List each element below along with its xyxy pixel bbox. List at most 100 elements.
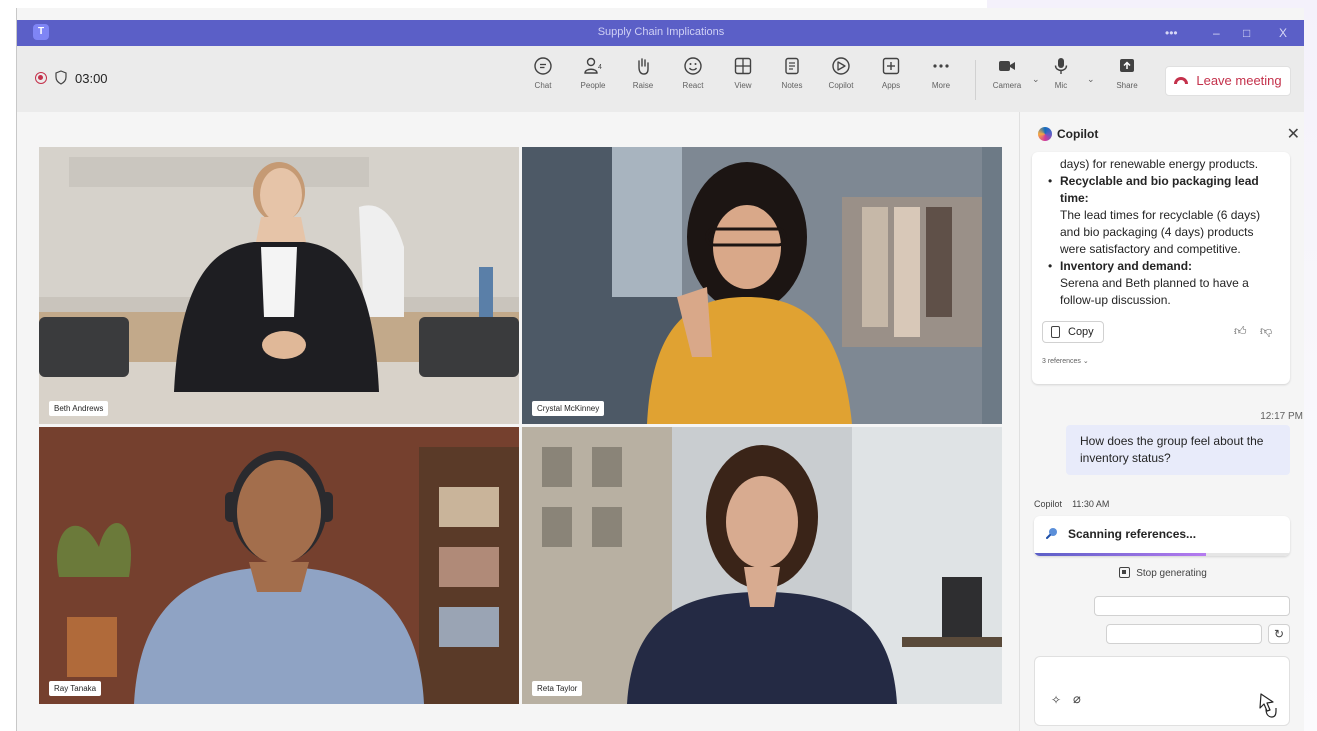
page: T Supply Chain Implications ••• – □ X 03… bbox=[0, 0, 1317, 731]
apps-button[interactable]: Apps bbox=[868, 56, 914, 90]
message-compose-box[interactable]: ✧ ⌀ bbox=[1034, 656, 1290, 726]
stop-icon bbox=[1119, 567, 1131, 578]
copilot-header: Copilot ✕ bbox=[1020, 112, 1304, 152]
camera-button[interactable]: Camera bbox=[984, 56, 1030, 90]
participant-video bbox=[39, 147, 519, 424]
share-button[interactable]: Share bbox=[1104, 56, 1150, 90]
copy-button[interactable]: Copy bbox=[1042, 321, 1104, 343]
thumbs-down-icon[interactable]: 👎︎ bbox=[1260, 324, 1272, 339]
copy-icon bbox=[1051, 326, 1060, 338]
toolbar-divider bbox=[975, 60, 976, 100]
more-button[interactable]: More bbox=[918, 56, 964, 90]
references-label: 3 references bbox=[1042, 358, 1081, 365]
leave-meeting-button[interactable]: Leave meeting bbox=[1165, 66, 1291, 96]
thumbs-up-icon[interactable]: 👍︎ bbox=[1234, 324, 1247, 339]
stop-label: Stop generating bbox=[1136, 568, 1207, 579]
shield-icon bbox=[55, 70, 67, 85]
notes-button[interactable]: Notes bbox=[769, 56, 815, 90]
more-icon bbox=[933, 64, 949, 68]
maximize-icon[interactable]: □ bbox=[1243, 26, 1250, 40]
mic-icon bbox=[1054, 58, 1068, 74]
mic-button[interactable]: Mic bbox=[1038, 56, 1084, 90]
suggestion-chip[interactable] bbox=[1094, 596, 1290, 616]
close-window-icon[interactable]: X bbox=[1279, 26, 1287, 40]
scanning-status-card: Scanning references... bbox=[1034, 516, 1290, 556]
copy-label: Copy bbox=[1068, 326, 1094, 338]
progress-fill bbox=[1034, 553, 1206, 556]
copilot-button[interactable]: Copilot bbox=[818, 56, 864, 90]
mic-label: Mic bbox=[1054, 81, 1068, 90]
response-text: days) for renewable energy products. Rec… bbox=[1046, 156, 1282, 309]
minimize-icon[interactable]: – bbox=[1213, 26, 1220, 40]
participant-video bbox=[522, 427, 1002, 704]
participant-video bbox=[522, 147, 1002, 424]
mic-options-chevron-icon[interactable]: ⌄ bbox=[1087, 74, 1095, 85]
item-text: Serena and Beth planned to have a follow… bbox=[1060, 276, 1249, 307]
notes-icon bbox=[785, 57, 799, 75]
chat-icon bbox=[534, 57, 552, 75]
item-heading: Inventory and demand: bbox=[1060, 259, 1193, 273]
window-title: Supply Chain Implications bbox=[597, 26, 725, 38]
suggestion-chip[interactable] bbox=[1106, 624, 1262, 644]
react-button[interactable]: React bbox=[670, 56, 716, 90]
teams-window: T Supply Chain Implications ••• – □ X 03… bbox=[16, 8, 1304, 731]
list-item: Inventory and demand: Serena and Beth pl… bbox=[1046, 258, 1282, 309]
more-options-icon[interactable]: ••• bbox=[1165, 26, 1178, 40]
response-meta: Copilot 11:30 AM bbox=[1034, 499, 1109, 509]
video-stage: Beth Andrews Crystal McKinney Ray Tanaka… bbox=[17, 112, 1019, 731]
references-toggle[interactable]: 3 references ⌄ bbox=[1042, 357, 1089, 365]
people-icon: 4 bbox=[584, 57, 602, 74]
participant-name: Crystal McKinney bbox=[532, 401, 605, 416]
participant-name: Ray Tanaka bbox=[49, 681, 102, 696]
camera-label: Camera bbox=[992, 81, 1022, 90]
notes-label: Notes bbox=[781, 81, 803, 90]
chat-label: Chat bbox=[534, 81, 552, 90]
grid-icon bbox=[734, 57, 752, 75]
user-message: How does the group feel about the invent… bbox=[1066, 425, 1290, 475]
people-button[interactable]: 4 People bbox=[570, 56, 616, 90]
copilot-panel: Copilot ✕ days) for renewable energy pro… bbox=[1019, 112, 1304, 731]
view-button[interactable]: View bbox=[720, 56, 766, 90]
stop-generating-button[interactable]: Stop generating bbox=[1020, 567, 1304, 579]
camera-icon bbox=[999, 61, 1015, 71]
raise-hand-button[interactable]: Raise bbox=[620, 56, 666, 90]
video-tile-ray[interactable]: Ray Tanaka bbox=[39, 427, 519, 704]
react-label: React bbox=[682, 81, 704, 90]
copilot-title: Copilot bbox=[1057, 127, 1099, 141]
people-count: 4 bbox=[598, 64, 602, 71]
title-bar: T Supply Chain Implications ••• – □ X bbox=[17, 20, 1304, 46]
item-heading: Recyclable and bio packaging lead time: bbox=[1060, 174, 1259, 205]
phone-hangup-icon bbox=[1174, 77, 1189, 85]
participant-name: Reta Taylor bbox=[532, 681, 583, 696]
attach-icon[interactable]: ⌀ bbox=[1073, 691, 1081, 707]
refresh-icon[interactable]: ↻ bbox=[1268, 624, 1290, 644]
apps-label: Apps bbox=[881, 81, 901, 90]
video-tile-crystal[interactable]: Crystal McKinney bbox=[522, 147, 1002, 424]
progress-bar bbox=[1034, 553, 1290, 556]
meeting-toolbar: 03:00 Chat 4 People Raise React View Not… bbox=[17, 46, 1304, 112]
meeting-timer: 03:00 bbox=[75, 71, 108, 86]
response-author: Copilot bbox=[1034, 499, 1063, 509]
sparkle-prompts-icon[interactable]: ✧ bbox=[1051, 693, 1061, 707]
list-item: Recyclable and bio packaging lead time: … bbox=[1046, 173, 1282, 258]
chat-button[interactable]: Chat bbox=[520, 56, 566, 90]
scanning-status: Scanning references... bbox=[1068, 527, 1197, 541]
recording-icon bbox=[35, 72, 47, 84]
response-time: 11:30 AM bbox=[1072, 499, 1110, 509]
share-label: Share bbox=[1116, 81, 1138, 90]
response-intro: days) for renewable energy products. bbox=[1060, 157, 1259, 171]
hand-pointer-icon[interactable] bbox=[1255, 691, 1277, 719]
people-label: People bbox=[580, 81, 606, 90]
search-icon bbox=[1046, 528, 1057, 539]
video-tile-reta[interactable]: Reta Taylor bbox=[522, 427, 1002, 704]
copilot-label: Copilot bbox=[828, 81, 854, 90]
participant-video bbox=[39, 427, 519, 704]
participant-name: Beth Andrews bbox=[49, 401, 109, 416]
hand-icon bbox=[638, 58, 649, 75]
video-tile-beth[interactable]: Beth Andrews bbox=[39, 147, 519, 424]
copilot-logo-icon bbox=[1038, 127, 1052, 141]
close-panel-icon[interactable]: ✕ bbox=[1287, 124, 1300, 144]
response-list: Recyclable and bio packaging lead time: … bbox=[1046, 173, 1282, 309]
message-timestamp: 12:17 PM bbox=[1260, 411, 1303, 422]
share-icon bbox=[1120, 59, 1134, 72]
